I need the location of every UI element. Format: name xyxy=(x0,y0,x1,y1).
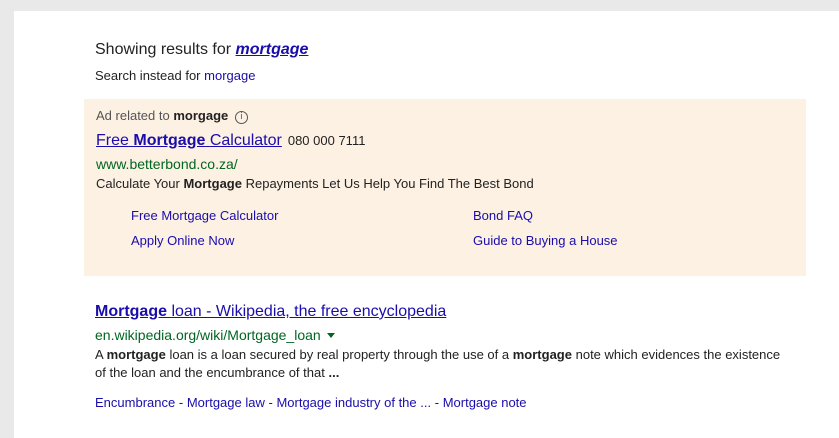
info-icon[interactable]: i xyxy=(234,111,248,124)
result-snippet: A mortgage loan is a loan secured by rea… xyxy=(95,346,785,382)
sitelink-apply-online-now[interactable]: Apply Online Now xyxy=(131,233,234,248)
ad-block: Ad related to morgage i Free Mortgage Ca… xyxy=(84,99,806,276)
ad-title-row: Free Mortgage Calculator 080 000 7111 xyxy=(96,132,365,150)
sitelink-guide-to-buying-house[interactable]: Guide to Buying a House xyxy=(473,233,618,248)
ad-description: Calculate Your Mortgage Repayments Let U… xyxy=(96,176,534,191)
original-query-link[interactable]: morgage xyxy=(204,68,255,83)
sublink-mortgage-note[interactable]: Mortgage note xyxy=(443,395,527,410)
ad-display-url: www.betterbond.co.za/ xyxy=(96,156,238,172)
search-instead-label: Search instead for xyxy=(95,68,201,83)
results-panel: Showing results for mortgage Search inst… xyxy=(14,11,839,438)
corrected-query-link[interactable]: mortgage xyxy=(236,41,309,58)
result-url-row: en.wikipedia.org/wiki/Mortgage_loan xyxy=(95,327,335,343)
sublink-separator: - xyxy=(178,395,184,410)
spelling-correction: Showing results for mortgage xyxy=(95,41,308,59)
snippet-text: A xyxy=(95,347,103,362)
ad-title-part2: Calculator xyxy=(209,132,282,149)
ad-label-query: morgage xyxy=(173,108,229,123)
showing-results-label: Showing results for xyxy=(95,41,232,58)
result-title-bold: Mortgage xyxy=(95,303,167,320)
result-title-link[interactable]: Mortgage loan - Wikipedia, the free ency… xyxy=(95,303,446,321)
ad-desc-part1: Calculate Your xyxy=(96,176,180,191)
sublink-separator: - xyxy=(434,395,440,410)
result-sublinks: Encumbrance - Mortgage law - Mortgage in… xyxy=(95,395,527,410)
ad-title-part1: Free xyxy=(96,132,129,149)
ad-title-link[interactable]: Free Mortgage Calculator xyxy=(96,132,282,149)
ad-phone-number[interactable]: 080 000 7111 xyxy=(288,133,366,148)
snippet-bold: mortgage xyxy=(106,347,166,362)
result-url: en.wikipedia.org/wiki/Mortgage_loan xyxy=(95,327,321,343)
chevron-down-icon[interactable] xyxy=(326,333,335,338)
sitelink-free-mortgage-calculator[interactable]: Free Mortgage Calculator xyxy=(131,208,278,223)
ad-desc-part2: Repayments Let Us Help You Find The Best… xyxy=(245,176,534,191)
sitelink-bond-faq[interactable]: Bond FAQ xyxy=(473,208,533,223)
snippet-bold: mortgage xyxy=(512,347,572,362)
ad-label-prefix: Ad related to xyxy=(96,108,170,123)
ad-desc-bold: Mortgage xyxy=(183,176,242,191)
ad-label: Ad related to morgage i xyxy=(96,108,248,124)
sublink-mortgage-law[interactable]: Mortgage law xyxy=(187,395,265,410)
sublink-separator: - xyxy=(268,395,273,410)
result-title-rest: loan - Wikipedia, the free encyclopedia xyxy=(171,303,447,320)
search-instead: Search instead for morgage xyxy=(95,68,255,83)
ad-title-bold: Mortgage xyxy=(133,132,206,149)
sublink-encumbrance[interactable]: Encumbrance xyxy=(95,395,175,410)
snippet-text: loan is a loan secured by real property … xyxy=(169,347,510,362)
snippet-ellipsis: ... xyxy=(328,365,340,380)
sublink-mortgage-industry[interactable]: Mortgage industry of the ... xyxy=(276,395,431,410)
